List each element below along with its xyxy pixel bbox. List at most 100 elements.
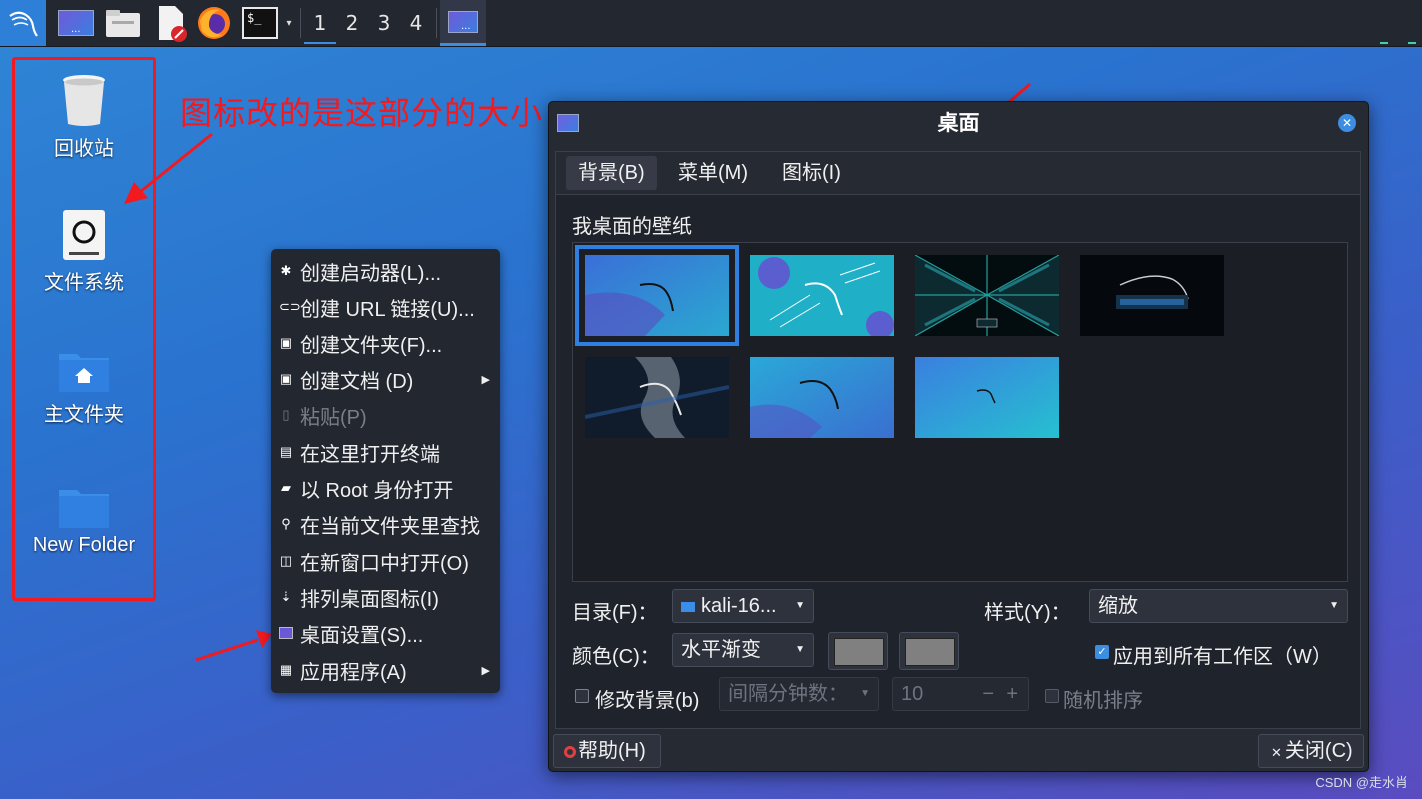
close-button[interactable]: ✕ 关闭(C) (1258, 734, 1364, 768)
folder-icon: ▰ (281, 480, 291, 495)
wallpaper-thumb[interactable] (750, 255, 894, 336)
menu-item-paste[interactable]: ▯ 粘贴(P) (271, 397, 500, 433)
help-button-label: 帮助(H) (578, 740, 646, 762)
chevron-down-icon: ▼ (1329, 600, 1339, 611)
desktop-settings-icon (279, 627, 293, 639)
wallpaper-image (585, 357, 729, 438)
menu-item-label: 创建文档 (D) (300, 370, 414, 393)
menu-item-create-folder[interactable]: ▣ 创建文件夹(F)... (271, 325, 500, 361)
menu-item-open-as-root[interactable]: ▰ 以 Root 身份打开 (271, 470, 500, 506)
menu-item-desktop-settings[interactable]: 桌面设置(S)... (271, 615, 500, 651)
folder-icon (681, 602, 695, 612)
color-mode-value: 水平渐变 (681, 639, 761, 661)
folder-value: kali-16... (701, 595, 777, 617)
minus-icon[interactable]: − (982, 678, 994, 710)
help-icon (564, 746, 576, 758)
paste-icon: ▯ (282, 407, 290, 422)
plus-icon[interactable]: + (1006, 678, 1018, 710)
tab-bar: 背景(B) 菜单(M) 图标(I) (556, 152, 1360, 195)
wallpaper-image (585, 255, 729, 336)
color-1-swatch (834, 638, 884, 666)
style-label: 样式(Y)： (984, 602, 1071, 624)
help-button[interactable]: 帮助(H) (553, 734, 661, 768)
menu-item-label: 桌面设置(S)... (300, 624, 424, 647)
apply-all-checkbox[interactable]: ✓ (1095, 645, 1109, 659)
tab-icons[interactable]: 图标(I) (770, 156, 853, 190)
submenu-arrow-icon: ▶ (481, 664, 490, 677)
color-1-button[interactable] (828, 632, 888, 670)
menu-item-create-document[interactable]: ▣ 创建文档 (D) ▶ (271, 361, 500, 397)
menu-item-label: 在这里打开终端 (300, 443, 440, 466)
wallpaper-image (750, 255, 894, 336)
wallpaper-grid (572, 242, 1348, 582)
interval-label: 间隔分钟数： (728, 683, 848, 705)
random-order-checkbox[interactable] (1045, 689, 1059, 703)
tab-background[interactable]: 背景(B) (566, 156, 657, 190)
menu-item-open-terminal[interactable]: ▤ 在这里打开终端 (271, 434, 500, 470)
interval-spinner[interactable]: 10 − + (892, 677, 1029, 711)
menu-item-label: 在新窗口中打开(O) (300, 552, 469, 575)
menu-item-label: 创建文件夹(F)... (300, 334, 443, 357)
chevron-down-icon: ▼ (860, 688, 870, 699)
menu-item-open-new-window[interactable]: ◫ 在新窗口中打开(O) (271, 543, 500, 579)
wallpaper-thumb[interactable] (585, 357, 729, 438)
submenu-arrow-icon: ▶ (481, 373, 490, 386)
wallpaper-thumb[interactable] (915, 357, 1059, 438)
desktop-settings-dialog: 桌面 ✕ 背景(B) 菜单(M) 图标(I) 我桌面的壁纸 目录(F)： kal… (548, 101, 1369, 772)
color-2-button[interactable] (899, 632, 959, 670)
menu-item-create-launcher[interactable]: ✱ 创建启动器(L)... (271, 253, 500, 289)
new-document-icon: ▣ (279, 371, 293, 386)
menu-item-label: 应用程序(A) (300, 661, 407, 684)
menu-item-arrange-icons[interactable]: ⇣ 排列桌面图标(I) (271, 579, 500, 615)
menu-item-label: 以 Root 身份打开 (300, 479, 454, 502)
folder-label: 目录(F)： (572, 602, 658, 624)
search-icon: ⚲ (281, 516, 291, 531)
wallpaper-thumb[interactable] (1080, 255, 1224, 336)
applications-icon: ▦ (279, 662, 293, 677)
gear-icon: ✱ (280, 263, 292, 278)
close-icon[interactable]: ✕ (1338, 114, 1356, 132)
menu-item-label: 粘贴(P) (300, 406, 367, 429)
folder-combo[interactable]: kali-16... ▼ (672, 589, 814, 623)
wallpaper-image (915, 357, 1059, 438)
random-order-label: 随机排序 (1063, 690, 1143, 712)
change-background-checkbox[interactable] (575, 689, 589, 703)
tab-menus[interactable]: 菜单(M) (666, 156, 760, 190)
terminal-icon: ▤ (279, 444, 293, 459)
menu-item-applications[interactable]: ▦ 应用程序(A) ▶ (271, 652, 500, 688)
apply-all-label: 应用到所有工作区（W） (1113, 646, 1332, 668)
color-mode-combo[interactable]: 水平渐变 ▼ (672, 633, 814, 667)
dialog-title: 桌面 (937, 112, 980, 135)
wallpaper-image (915, 255, 1059, 336)
menu-item-label: 排列桌面图标(I) (300, 588, 439, 611)
interval-value: 10 (901, 683, 924, 705)
wallpaper-image (1080, 255, 1224, 336)
style-combo[interactable]: 缩放 ▼ (1089, 589, 1348, 623)
wallpaper-thumb[interactable] (750, 357, 894, 438)
new-folder-icon: ▣ (279, 335, 293, 350)
change-background-label: 修改背景(b) (595, 690, 700, 712)
style-value: 缩放 (1098, 595, 1138, 617)
menu-item-label: 创建 URL 链接(U)... (300, 298, 475, 321)
wallpaper-image (750, 357, 894, 438)
wallpaper-thumb[interactable] (575, 245, 739, 346)
close-button-label: 关闭(C) (1284, 740, 1353, 762)
close-icon: ✕ (1271, 745, 1282, 760)
arrange-icon: ⇣ (280, 589, 292, 604)
color-2-swatch (905, 638, 955, 666)
menu-item-create-url-link[interactable]: ⊂⊃ 创建 URL 链接(U)... (271, 289, 500, 325)
interval-unit-combo[interactable]: 间隔分钟数： ▼ (719, 677, 879, 711)
wallpaper-label: 我桌面的壁纸 (572, 216, 692, 238)
menu-item-label: 创建启动器(L)... (300, 262, 442, 285)
chevron-down-icon: ▼ (795, 600, 805, 611)
wallpaper-thumb[interactable] (915, 255, 1059, 336)
desktop-context-menu: ✱ 创建启动器(L)... ⊂⊃ 创建 URL 链接(U)... ▣ 创建文件夹… (271, 249, 500, 693)
chevron-down-icon: ▼ (795, 644, 805, 655)
window-icon: ◫ (279, 553, 293, 568)
dialog-body: 背景(B) 菜单(M) 图标(I) 我桌面的壁纸 目录(F)： kali-16.… (555, 151, 1361, 729)
color-label: 颜色(C)： (572, 646, 660, 668)
watermark: CSDN @走水肖 (1315, 775, 1408, 790)
link-icon: ⊂⊃ (279, 299, 301, 314)
menu-item-label: 在当前文件夹里查找 (300, 515, 480, 538)
menu-item-find-in-folder[interactable]: ⚲ 在当前文件夹里查找 (271, 506, 500, 542)
